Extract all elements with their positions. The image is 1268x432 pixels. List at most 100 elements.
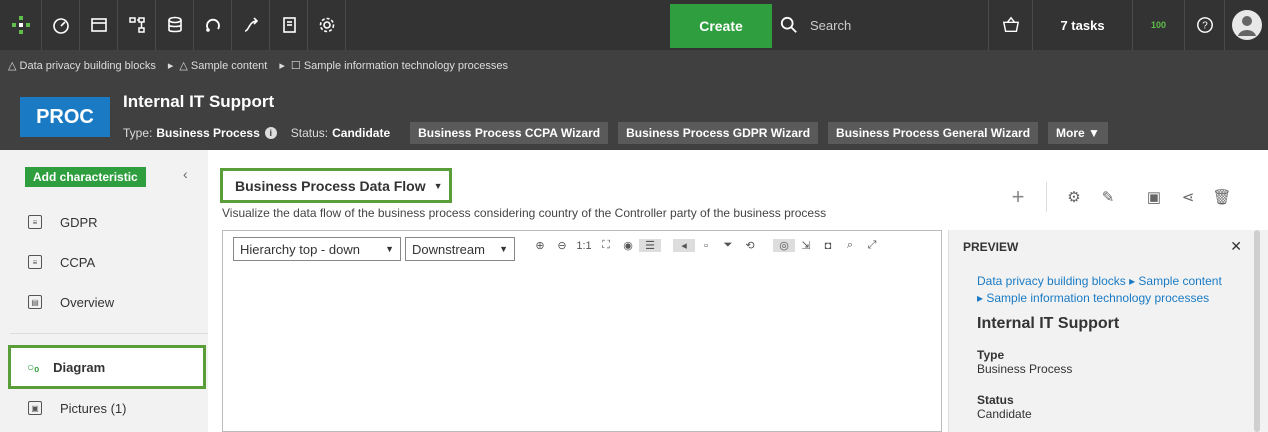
sidebar-divider [10, 333, 208, 334]
svg-text:?: ? [1202, 21, 1208, 32]
filter-icon[interactable]: ⏷ [717, 239, 739, 252]
sidebar: Add characteristic ‹ ≡ GDPR ≡ CCPA ▤ Overvi… [0, 150, 208, 432]
chevron-down-icon: ▼ [385, 244, 394, 254]
page-icon: ≡ [28, 215, 42, 229]
status-label: Status: [290, 126, 329, 140]
page-title: Internal IT Support [123, 92, 275, 111]
search-box[interactable]: Search [780, 0, 980, 50]
asset-meta: Type: Business Process i Status: Candida… [123, 122, 1108, 144]
image-icon[interactable]: ▫ [695, 240, 717, 252]
notifications-count: 100 [1150, 20, 1167, 30]
chevron-down-icon: ▼ [433, 180, 443, 191]
page-icon: ≡ [28, 255, 42, 269]
share-icon[interactable]: ⋖ [1171, 188, 1205, 206]
compass-icon[interactable]: ◉ [617, 239, 639, 252]
ccpa-wizard-button[interactable]: Business Process CCPA Wizard [410, 122, 609, 144]
export-icon[interactable]: ⇲ [795, 239, 817, 252]
sidebar-item-overview[interactable]: ▤ Overview [0, 282, 208, 322]
view-description: Visualize the data flow of the business … [222, 206, 827, 220]
fit-screen-icon[interactable]: ⛶ [595, 239, 617, 252]
sidebar-item-diagram[interactable]: ○ₒ Diagram [8, 345, 206, 389]
dashboard-icon[interactable] [42, 0, 80, 50]
breadcrumb-item[interactable]: ☐ Sample information technology processe… [291, 59, 514, 72]
zoom-in-icon[interactable]: ⊕ [529, 239, 551, 252]
help-icon[interactable]: ? [1184, 0, 1224, 50]
hierarchy-icon[interactable] [118, 0, 156, 50]
direction-select[interactable]: Downstream ▼ [405, 237, 515, 261]
basket-icon[interactable] [988, 0, 1032, 50]
preview-breadcrumb-line[interactable]: ▸ Sample information technology processe… [977, 290, 1247, 307]
create-button[interactable]: Create [670, 4, 772, 48]
collapse-icon[interactable]: ◂ [673, 239, 695, 252]
app-logo-icon[interactable] [0, 0, 42, 50]
tasks-button[interactable]: 7 tasks [1032, 0, 1132, 50]
settings-icon[interactable] [308, 0, 346, 50]
notifications-icon[interactable]: 100 [1132, 0, 1184, 50]
toolbar-divider [1046, 182, 1047, 212]
search-placeholder: Search [810, 17, 852, 33]
camera-icon[interactable]: ◘ [817, 240, 839, 252]
search-icon[interactable]: ⌕ [839, 239, 861, 252]
view-selector-dropdown[interactable]: Business Process Data Flow ▼ [220, 168, 452, 203]
settings-icon[interactable]: ⚙ [1057, 188, 1091, 206]
chevron-down-icon: ▼ [499, 244, 508, 254]
avatar[interactable] [1224, 0, 1268, 50]
type-value: Business Process [156, 126, 260, 140]
search-icon [780, 16, 797, 33]
type-label: Type: [123, 126, 153, 140]
delete-icon[interactable]: 🗑 [1205, 188, 1239, 206]
general-wizard-button[interactable]: Business Process General Wizard [828, 122, 1039, 144]
catalog-icon[interactable] [80, 0, 118, 50]
preview-heading: PREVIEW [963, 240, 1019, 254]
collapse-sidebar-icon[interactable]: ‹ [183, 166, 188, 182]
breadcrumb-item[interactable]: △ Data privacy building blocks [8, 59, 162, 72]
preview-type-value: Business Process [977, 362, 1073, 376]
sidebar-item-label: Pictures (1) [60, 400, 127, 416]
info-icon[interactable]: i [264, 127, 277, 139]
reports-icon[interactable] [270, 0, 308, 50]
zoom-out-icon[interactable]: ⊖ [551, 239, 573, 252]
asset-type-badge: PROC [20, 97, 110, 137]
breadcrumb-separator-icon: ▸ [167, 59, 174, 72]
asset-header: PROC Internal IT Support Type: Business … [0, 80, 1268, 150]
pictures-icon: ▣ [28, 401, 42, 415]
legend-icon[interactable]: ☰ [639, 239, 661, 252]
more-button[interactable]: More ▼ [1048, 122, 1108, 144]
preview-breadcrumb-line[interactable]: Data privacy building blocks ▸ Sample co… [977, 273, 1247, 290]
preview-breadcrumb[interactable]: Data privacy building blocks ▸ Sample co… [977, 273, 1247, 307]
preview-scrollbar[interactable] [1254, 230, 1260, 432]
top-navigation-bar: Create Search 7 tasks 100 ? [0, 0, 1268, 50]
fullscreen-icon[interactable]: ⤢ [861, 239, 883, 252]
gdpr-wizard-button[interactable]: Business Process GDPR Wizard [618, 122, 819, 144]
workflow-icon[interactable] [194, 0, 232, 50]
save-icon[interactable]: ▣ [1137, 188, 1171, 206]
breadcrumb: △ Data privacy building blocks ▸ △ Sample… [0, 50, 1268, 80]
refresh-icon[interactable]: ⟲ [739, 239, 761, 252]
preview-title: Internal IT Support [977, 315, 1120, 332]
lineage-icon[interactable] [232, 0, 270, 50]
add-icon[interactable]: + [1000, 184, 1036, 210]
sidebar-item-label: Overview [60, 294, 115, 310]
status-value: Candidate [332, 126, 391, 140]
sidebar-item-ccpa[interactable]: ≡ CCPA [0, 242, 208, 282]
close-icon[interactable]: ✕ [1230, 238, 1242, 255]
zoom-reset-button[interactable]: 1:1 [573, 240, 595, 252]
sidebar-item-label: GDPR [60, 214, 98, 230]
sidebar-item-gdpr[interactable]: ≡ GDPR [0, 202, 208, 242]
edit-icon[interactable]: ✎ [1091, 188, 1125, 206]
show-icon[interactable]: ◎ [773, 239, 795, 252]
overview-icon: ▤ [28, 295, 42, 309]
preview-panel: PREVIEW ✕ Data privacy building blocks ▸… [948, 230, 1268, 432]
sidebar-item-pictures[interactable]: ▣ Pictures (1) [0, 388, 208, 428]
diagram-icon: ○ₒ [27, 360, 40, 374]
layout-select[interactable]: Hierarchy top - down ▼ [233, 237, 401, 261]
add-characteristic-button[interactable]: Add characteristic [25, 167, 146, 187]
diagram-toolbar: ⊕ ⊖ 1:1 ⛶ ◉ ☰ ◂ ▫ ⏷ ⟲ ◎ ⇲ ◘ ⌕ ⤢ [529, 239, 883, 252]
diagram-canvas[interactable]: Hierarchy top - down ▼ Downstream ▼ ⊕ ⊖ 1:… [222, 230, 942, 432]
preview-status-label: Status [977, 393, 1014, 407]
database-icon[interactable] [156, 0, 194, 50]
sidebar-item-label: CCPA [60, 254, 96, 270]
sidebar-item-label: Diagram [53, 359, 106, 375]
diagram-actions: + ⚙ ✎ ▣ ⋖ 🗑 [1000, 182, 1239, 212]
breadcrumb-item[interactable]: △ Sample content [179, 59, 273, 72]
